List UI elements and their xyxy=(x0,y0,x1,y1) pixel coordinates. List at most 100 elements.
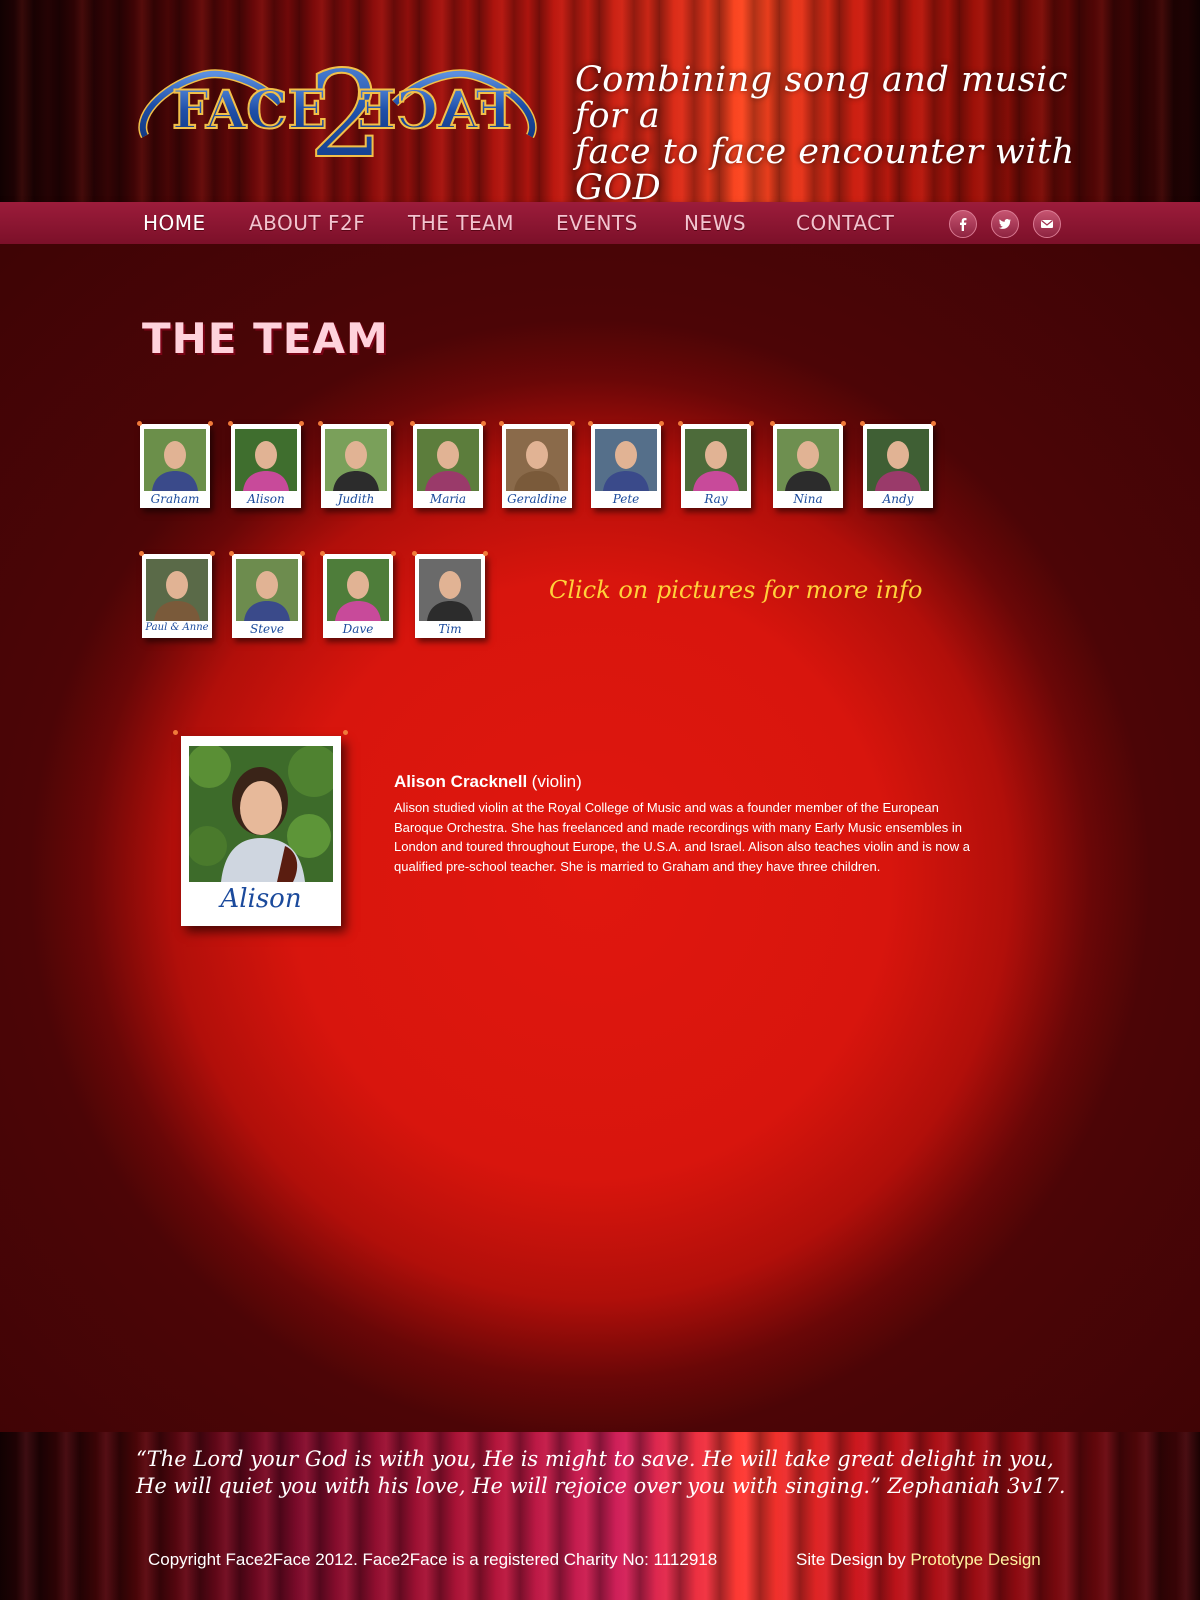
mail-glyph xyxy=(1041,220,1053,228)
pin xyxy=(483,551,488,556)
nav-about[interactable]: ABOUT F2F xyxy=(249,209,365,237)
member-instrument: (violin) xyxy=(531,772,582,791)
team-member-name: Maria xyxy=(429,492,467,506)
team-member-photo xyxy=(236,559,298,621)
selected-member-caption: Alison xyxy=(220,884,302,914)
nav-home[interactable]: HOME xyxy=(143,209,206,237)
nav-contact[interactable]: CONTACT xyxy=(796,209,894,237)
team-member-name: Nina xyxy=(793,492,823,506)
face2face-logo[interactable]: FACE 2 FACE xyxy=(130,28,550,178)
pin xyxy=(412,551,417,556)
team-member-name: Tim xyxy=(438,622,462,636)
pin xyxy=(678,421,683,426)
team-member-photo xyxy=(777,429,839,491)
team-member-thumb[interactable]: Judith xyxy=(318,421,394,508)
team-member-name: Dave xyxy=(342,622,374,636)
pin xyxy=(389,421,394,426)
pin xyxy=(208,421,213,426)
team-member-photo xyxy=(685,429,747,491)
nav-news[interactable]: NEWS xyxy=(684,209,746,237)
copyright-text: Copyright Face2Face 2012. Face2Face is a… xyxy=(148,1550,718,1569)
pin xyxy=(588,421,593,426)
team-member-thumb[interactable]: Alison xyxy=(228,421,304,508)
team-content: THE TEAM Graham Alison Judith Maria Geraldin… xyxy=(0,244,1200,1432)
pin xyxy=(860,421,865,426)
pin xyxy=(139,551,144,556)
team-member-name: Andy xyxy=(882,492,914,506)
team-member-name: Steve xyxy=(249,622,285,636)
team-member-name: Ray xyxy=(704,492,728,506)
team-member-name: Paul & Anne xyxy=(145,622,209,633)
team-member-thumb[interactable]: Andy xyxy=(860,421,936,508)
team-member-photo xyxy=(325,429,387,491)
member-bio: Alison Cracknell (violin) Alison studied… xyxy=(394,772,984,876)
team-member-thumb[interactable]: Paul & Anne xyxy=(139,551,215,638)
team-member-thumb[interactable]: Tim xyxy=(412,551,488,638)
team-member-thumb[interactable]: Nina xyxy=(770,421,846,508)
team-member-thumb[interactable]: Steve xyxy=(229,551,305,638)
page-title: THE TEAM xyxy=(142,314,389,363)
pin xyxy=(570,421,575,426)
team-member-photo xyxy=(327,559,389,621)
team-member-name: Judith xyxy=(337,492,375,506)
pin xyxy=(499,421,504,426)
tagline-line-2: face to face encounter with GOD xyxy=(575,132,1075,208)
pin xyxy=(228,421,233,426)
team-member-name: Graham xyxy=(150,492,200,506)
pin xyxy=(770,421,775,426)
pin xyxy=(320,551,325,556)
pin xyxy=(410,421,415,426)
pin-right xyxy=(343,730,348,735)
nav-the-team[interactable]: THE TEAM xyxy=(408,209,514,237)
team-member-name: Pete xyxy=(612,492,640,506)
mail-icon[interactable] xyxy=(1033,210,1061,238)
team-member-thumb[interactable]: Geraldine xyxy=(499,421,575,508)
team-member-thumb[interactable]: Graham xyxy=(137,421,213,508)
team-member-photo xyxy=(506,429,568,491)
pin xyxy=(210,551,215,556)
team-member-thumb[interactable]: Ray xyxy=(678,421,754,508)
team-member-photo xyxy=(867,429,929,491)
facebook-icon[interactable] xyxy=(949,210,977,238)
pin xyxy=(391,551,396,556)
svg-text:FACE: FACE xyxy=(357,80,512,141)
team-member-thumb[interactable]: Pete xyxy=(588,421,664,508)
team-member-photo xyxy=(417,429,479,491)
pin xyxy=(229,551,234,556)
team-member-name: Geraldine xyxy=(507,492,567,506)
pin xyxy=(481,421,486,426)
pin xyxy=(749,421,754,426)
credit-prefix: Site Design by xyxy=(796,1550,906,1569)
pin xyxy=(931,421,936,426)
site-credit: Site Design by Prototype Design xyxy=(796,1550,1041,1570)
facebook-glyph xyxy=(960,218,967,231)
team-member-photo xyxy=(146,559,208,621)
pin xyxy=(318,421,323,426)
svg-text:FACE: FACE xyxy=(172,80,327,141)
team-member-photo xyxy=(595,429,657,491)
pin xyxy=(299,421,304,426)
click-hint: Click on pictures for more info xyxy=(549,576,923,604)
twitter-glyph xyxy=(998,218,1011,229)
team-member-thumb[interactable]: Dave xyxy=(320,551,396,638)
team-member-thumb[interactable]: Maria xyxy=(410,421,486,508)
team-member-photo xyxy=(235,429,297,491)
pin-left xyxy=(173,730,178,735)
pin xyxy=(659,421,664,426)
member-name: Alison Cracknell xyxy=(394,772,528,791)
site-footer: “The Lord your God is with you, He is mi… xyxy=(0,1432,1200,1600)
prototype-design-link[interactable]: Prototype Design xyxy=(910,1550,1040,1569)
team-member-photo xyxy=(419,559,481,621)
nav-events[interactable]: EVENTS xyxy=(556,209,638,237)
team-member-photo xyxy=(144,429,206,491)
twitter-icon[interactable] xyxy=(991,210,1019,238)
tagline-line-1: Combining song and music for a xyxy=(575,60,1068,136)
member-bio-text: Alison studied violin at the Royal Colle… xyxy=(394,800,970,874)
selected-member-portrait xyxy=(189,746,333,882)
team-member-name: Alison xyxy=(247,492,285,506)
scripture-quote: “The Lord your God is with you, He is mi… xyxy=(136,1447,1066,1498)
pin xyxy=(841,421,846,426)
pin xyxy=(137,421,142,426)
pin xyxy=(300,551,305,556)
site-header: FACE 2 FACE Combining song and music for… xyxy=(0,0,1200,206)
